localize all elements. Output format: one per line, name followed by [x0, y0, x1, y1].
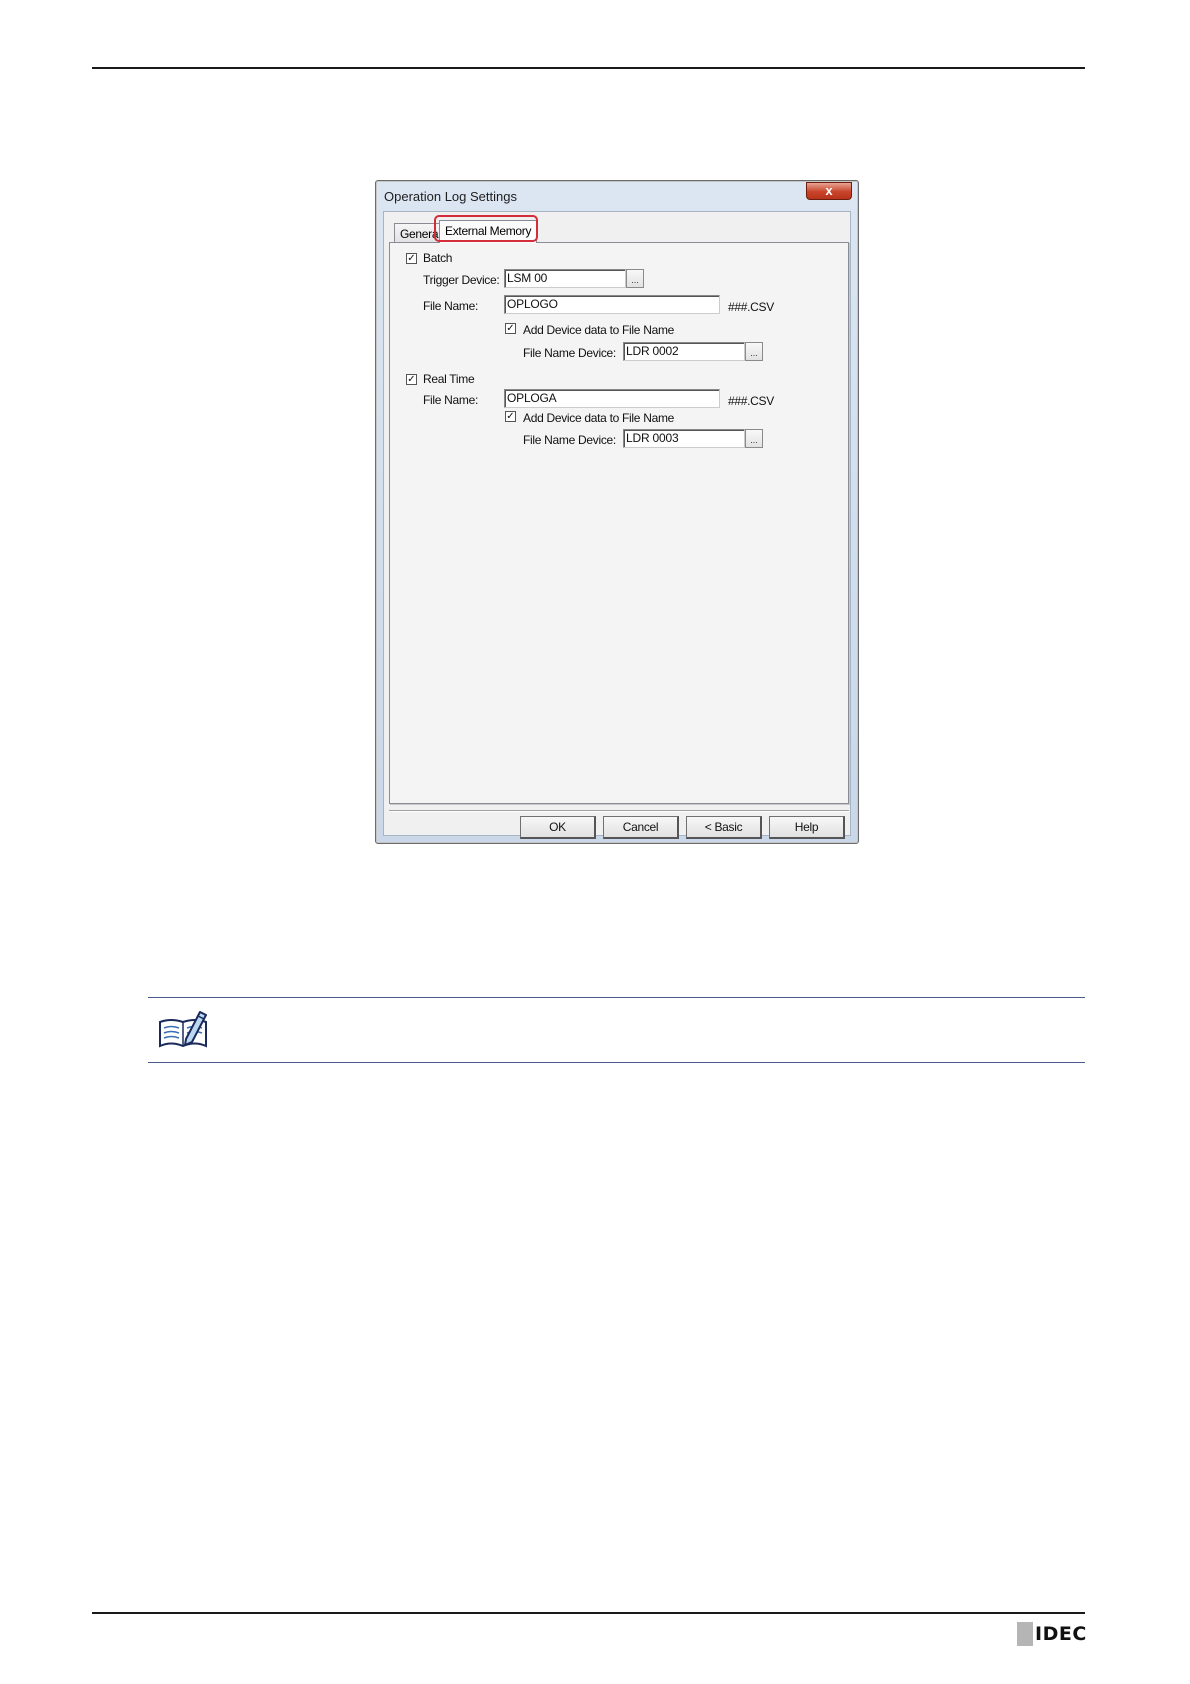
- batch-file-name-device-input[interactable]: LDR 0002: [623, 342, 745, 361]
- real-time-checkbox[interactable]: ✓: [406, 374, 417, 385]
- note-book-pencil-icon: [159, 1011, 207, 1048]
- real-time-file-suffix: ###.CSV: [728, 394, 774, 408]
- trigger-device-label: Trigger Device:: [423, 273, 500, 287]
- checkmark-icon: ✓: [506, 411, 515, 422]
- cancel-button[interactable]: Cancel: [603, 816, 679, 839]
- real-time-file-name-device-input[interactable]: LDR 0003: [623, 429, 745, 448]
- checkmark-icon: ✓: [407, 253, 416, 264]
- close-button[interactable]: x: [806, 182, 852, 200]
- footer-rule: [92, 1612, 1085, 1614]
- trigger-device-browse-button[interactable]: ...: [626, 269, 644, 288]
- real-time-add-device-checkbox[interactable]: ✓: [505, 411, 516, 422]
- batch-file-name-input[interactable]: OPLOGO: [504, 295, 720, 314]
- real-time-file-name-device-label: File Name Device:: [523, 433, 616, 447]
- ok-button[interactable]: OK: [520, 816, 596, 839]
- batch-add-device-checkbox[interactable]: ✓: [505, 323, 516, 334]
- real-time-file-name-label: File Name:: [423, 393, 479, 407]
- title-bar[interactable]: Operation Log Settings x: [376, 181, 858, 211]
- note-bottom-rule: [148, 1062, 1085, 1063]
- real-time-file-name-input[interactable]: OPLOGA: [504, 389, 720, 408]
- real-time-add-device-label: Add Device data to File Name: [523, 411, 675, 425]
- batch-file-suffix: ###.CSV: [728, 300, 774, 314]
- note-top-rule: [148, 997, 1085, 998]
- real-time-file-name-device-browse-button[interactable]: ...: [745, 429, 763, 448]
- batch-file-name-device-label: File Name Device:: [523, 346, 616, 360]
- close-icon: x: [825, 183, 833, 198]
- batch-checkbox[interactable]: ✓: [406, 253, 417, 264]
- tab-highlight-callout: [434, 215, 538, 242]
- external-memory-panel: ✓ Batch Trigger Device: LSM 00 ... File …: [389, 242, 849, 804]
- basic-button[interactable]: < Basic: [686, 816, 762, 839]
- logo-text: IDEC: [1035, 1623, 1087, 1645]
- batch-file-name-device-browse-button[interactable]: ...: [745, 342, 763, 361]
- batch-file-name-label: File Name:: [423, 299, 479, 313]
- checkmark-icon: ✓: [407, 374, 416, 385]
- batch-add-device-label: Add Device data to File Name: [523, 323, 675, 337]
- dialog-client-area: General External Memory ✓ Batch Trigger …: [383, 211, 851, 839]
- batch-label: Batch: [423, 251, 453, 265]
- button-separator: [389, 810, 849, 812]
- help-button[interactable]: Help: [769, 816, 845, 839]
- operation-log-settings-dialog: Operation Log Settings x General Externa…: [375, 180, 859, 844]
- header-rule: [92, 67, 1085, 69]
- trigger-device-input[interactable]: LSM 00: [504, 269, 626, 288]
- real-time-label: Real Time: [423, 372, 475, 386]
- logo-mark: [1017, 1622, 1033, 1646]
- dialog-title: Operation Log Settings: [384, 189, 517, 204]
- checkmark-icon: ✓: [506, 323, 515, 334]
